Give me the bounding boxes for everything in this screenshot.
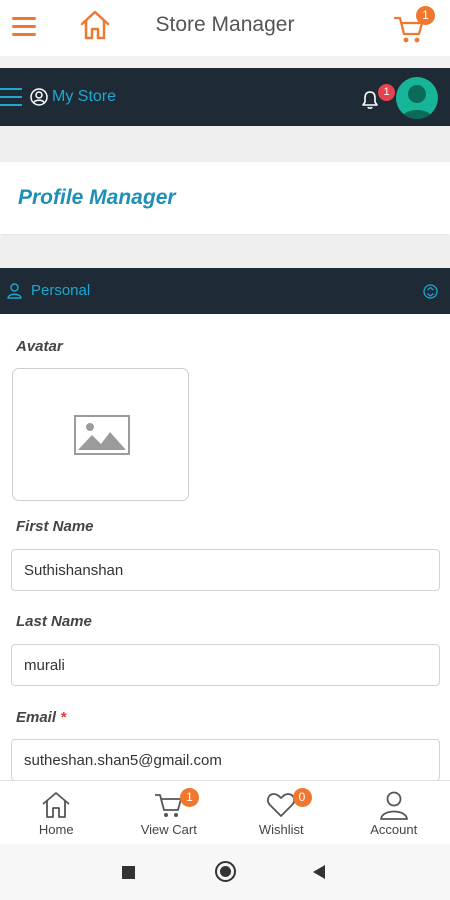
nav-label: View Cart bbox=[140, 822, 197, 837]
notification-count-badge: 1 bbox=[378, 84, 395, 101]
my-store-label: My Store bbox=[52, 88, 117, 105]
avatar-label: Avatar bbox=[16, 338, 63, 355]
user-circle-icon bbox=[30, 88, 48, 106]
divider bbox=[0, 56, 450, 68]
email-label: Email * bbox=[16, 709, 66, 726]
cart-badge: 1 bbox=[180, 788, 199, 807]
image-placeholder-icon bbox=[74, 415, 130, 455]
app-title: Store Manager bbox=[155, 13, 295, 36]
person-icon bbox=[7, 283, 22, 299]
home-circle-icon[interactable] bbox=[215, 861, 236, 882]
nav-home[interactable]: Home bbox=[0, 781, 113, 844]
app-bar: Store Manager 1 bbox=[0, 0, 450, 56]
back-icon[interactable] bbox=[313, 865, 325, 879]
cart-count-badge: 1 bbox=[416, 6, 435, 25]
bottom-nav: Home 1 View Cart 0 Wishlist Account bbox=[0, 780, 450, 844]
first-name-field[interactable]: Suthishanshan bbox=[11, 549, 440, 591]
first-name-label: First Name bbox=[16, 518, 94, 535]
user-avatar-icon bbox=[401, 85, 433, 119]
spacer bbox=[0, 236, 450, 268]
email-field[interactable]: sutheshan.shan5@gmail.com bbox=[11, 739, 440, 781]
last-name-field[interactable]: murali bbox=[11, 644, 440, 686]
cart-button[interactable]: 1 bbox=[392, 6, 435, 46]
nav-label: Wishlist bbox=[258, 822, 304, 837]
required-mark: * bbox=[60, 709, 67, 726]
profile-manager-header: Profile Manager bbox=[0, 162, 450, 234]
my-store-link[interactable]: My Store bbox=[30, 86, 116, 108]
section-label: Personal bbox=[31, 282, 91, 299]
last-name-label: Last Name bbox=[16, 613, 92, 630]
system-nav-bar bbox=[0, 844, 450, 900]
nav-view-cart[interactable]: 1 View Cart bbox=[113, 781, 226, 844]
user-icon bbox=[379, 791, 408, 820]
page-title: Profile Manager bbox=[18, 186, 176, 209]
recent-apps-icon[interactable] bbox=[122, 866, 135, 879]
personal-section-header[interactable]: Personal bbox=[0, 268, 450, 314]
home-icon bbox=[42, 792, 70, 818]
nav-label: Home bbox=[38, 822, 74, 837]
bell-icon bbox=[362, 91, 378, 109]
store-header: My Store 1 bbox=[0, 68, 450, 126]
avatar-upload[interactable] bbox=[12, 368, 189, 501]
nav-account[interactable]: Account bbox=[338, 781, 450, 844]
nav-wishlist[interactable]: 0 Wishlist bbox=[225, 781, 338, 844]
notification-button[interactable]: 1 bbox=[360, 84, 395, 112]
sidebar-toggle-icon[interactable] bbox=[0, 88, 22, 106]
avatar[interactable] bbox=[396, 77, 438, 119]
nav-label: Account bbox=[370, 822, 418, 837]
wishlist-badge: 0 bbox=[292, 788, 312, 807]
collapse-toggle-icon[interactable] bbox=[423, 284, 438, 299]
email-label-text: Email bbox=[16, 709, 57, 726]
spacer bbox=[0, 126, 450, 162]
